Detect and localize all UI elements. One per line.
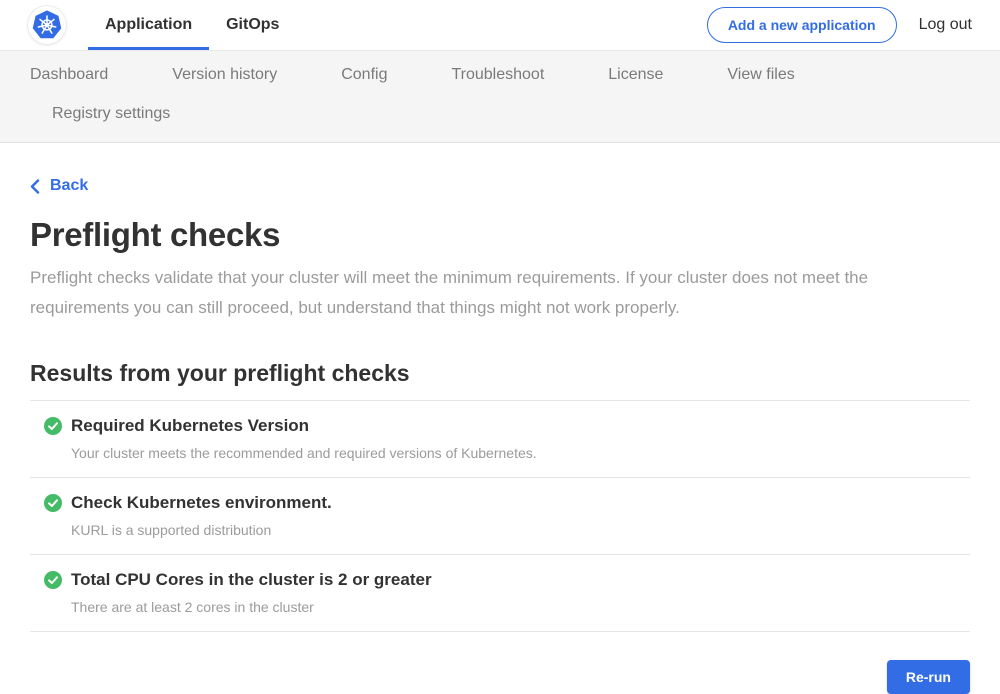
tab-gitops-label: GitOps xyxy=(226,16,279,34)
top-tabs: Application GitOps xyxy=(88,0,296,50)
preflight-results-list: Required Kubernetes Version Your cluster… xyxy=(30,400,970,632)
tab-application[interactable]: Application xyxy=(88,0,209,50)
add-new-application-button[interactable]: Add a new application xyxy=(707,7,897,43)
check-message: There are at least 2 cores in the cluste… xyxy=(71,599,970,615)
results-heading: Results from your preflight checks xyxy=(30,360,970,387)
check-title: Total CPU Cores in the cluster is 2 or g… xyxy=(71,570,432,590)
check-message: Your cluster meets the recommended and r… xyxy=(71,445,970,461)
subnav-row-2: Registry settings xyxy=(52,105,970,123)
check-title: Check Kubernetes environment. xyxy=(71,493,332,513)
check-circle-icon xyxy=(44,571,62,589)
kubernetes-logo[interactable] xyxy=(28,6,66,44)
subnav-item-registry-settings[interactable]: Registry settings xyxy=(52,105,170,122)
check-row-header: Check Kubernetes environment. xyxy=(30,493,970,513)
tab-gitops[interactable]: GitOps xyxy=(209,0,296,50)
kubernetes-helm-wheel-icon xyxy=(30,8,64,42)
chevron-left-icon xyxy=(30,179,40,194)
preflight-check-row: Total CPU Cores in the cluster is 2 or g… xyxy=(30,555,970,632)
back-link[interactable]: Back xyxy=(30,177,88,195)
active-tab-underline xyxy=(88,47,209,50)
page-title: Preflight checks xyxy=(30,216,970,254)
subnav-row-1: Dashboard Version history Config Trouble… xyxy=(30,66,970,84)
subnav-item-version-history[interactable]: Version history xyxy=(172,66,277,84)
check-row-header: Total CPU Cores in the cluster is 2 or g… xyxy=(30,570,970,590)
top-navbar: Application GitOps Add a new application… xyxy=(0,0,1000,51)
back-link-label: Back xyxy=(50,177,88,195)
app-subnav: Dashboard Version history Config Trouble… xyxy=(0,51,1000,143)
rerun-button[interactable]: Re-run xyxy=(887,660,970,694)
check-circle-icon xyxy=(44,417,62,435)
subnav-item-dashboard[interactable]: Dashboard xyxy=(30,66,108,84)
subnav-item-troubleshoot[interactable]: Troubleshoot xyxy=(451,66,544,84)
check-row-header: Required Kubernetes Version xyxy=(30,416,970,436)
subnav-item-view-files[interactable]: View files xyxy=(727,66,794,84)
tab-application-label: Application xyxy=(105,16,192,34)
logout-link[interactable]: Log out xyxy=(919,16,972,34)
check-message: KURL is a supported distribution xyxy=(71,522,970,538)
preflight-page: Back Preflight checks Preflight checks v… xyxy=(0,143,1000,694)
check-circle-icon xyxy=(44,494,62,512)
subnav-item-config[interactable]: Config xyxy=(341,66,387,84)
subnav-item-license[interactable]: License xyxy=(608,66,663,84)
preflight-check-row: Required Kubernetes Version Your cluster… xyxy=(30,401,970,478)
footer-actions: Re-run xyxy=(30,660,970,694)
page-description: Preflight checks validate that your clus… xyxy=(30,263,970,323)
check-title: Required Kubernetes Version xyxy=(71,416,309,436)
preflight-check-row: Check Kubernetes environment. KURL is a … xyxy=(30,478,970,555)
